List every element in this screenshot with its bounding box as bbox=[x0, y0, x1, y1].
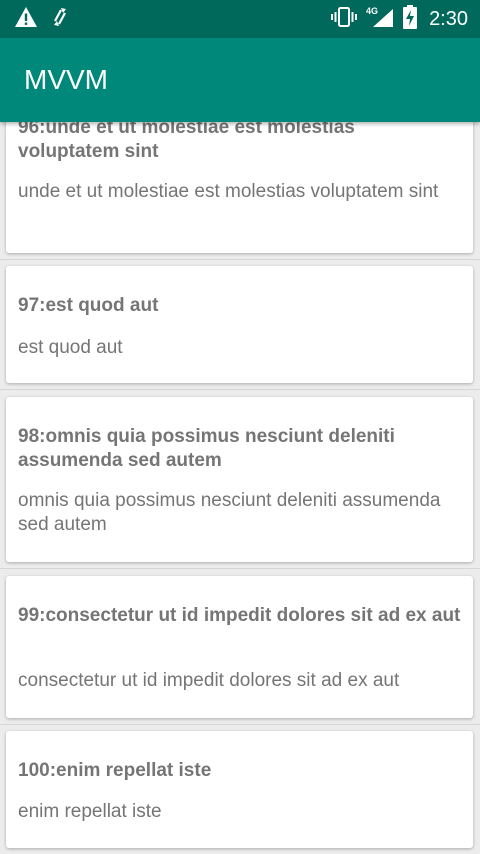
divider bbox=[0, 259, 480, 260]
app-bar: MVVM bbox=[0, 38, 480, 122]
status-bar: 4G 2:30 bbox=[0, 0, 480, 38]
clock-time: 2:30 bbox=[429, 7, 468, 30]
warning-icon bbox=[14, 6, 38, 33]
divider bbox=[0, 389, 480, 390]
list-item[interactable]: 97:est quod aut est quod aut bbox=[6, 266, 473, 383]
page-title: MVVM bbox=[24, 64, 108, 95]
item-body: enim repellat iste bbox=[18, 801, 162, 822]
signal-icon: 4G bbox=[365, 5, 395, 34]
item-title: 97:est quod aut bbox=[18, 295, 159, 316]
item-title: 100:enim repellat iste bbox=[18, 760, 212, 781]
item-body: unde et ut molestiae est molestias volup… bbox=[18, 181, 439, 202]
battery-charging-icon bbox=[403, 4, 418, 34]
network-type-label: 4G bbox=[366, 6, 378, 16]
item-title: 99:consectetur ut id impedit dolores sit… bbox=[18, 605, 461, 626]
divider bbox=[0, 568, 480, 569]
sync-icon bbox=[52, 6, 68, 33]
item-title: 98:omnis quia possimus nesciunt deleniti… bbox=[18, 426, 395, 471]
vibrate-icon bbox=[331, 6, 358, 33]
item-title: 96:unde et ut molestiae est molestias vo… bbox=[18, 117, 355, 162]
list-item[interactable]: 98:omnis quia possimus nesciunt deleniti… bbox=[6, 397, 473, 562]
item-body: omnis quia possimus nesciunt deleniti as… bbox=[18, 490, 441, 535]
list-item[interactable]: 100:enim repellat iste enim repellat ist… bbox=[6, 731, 473, 848]
item-body: consectetur ut id impedit dolores sit ad… bbox=[18, 670, 400, 691]
item-list[interactable]: 96:unde et ut molestiae est molestias vo… bbox=[0, 0, 480, 854]
divider bbox=[0, 724, 480, 725]
list-item[interactable]: 99:consectetur ut id impedit dolores sit… bbox=[6, 576, 473, 718]
item-body: est quod aut bbox=[18, 337, 123, 358]
